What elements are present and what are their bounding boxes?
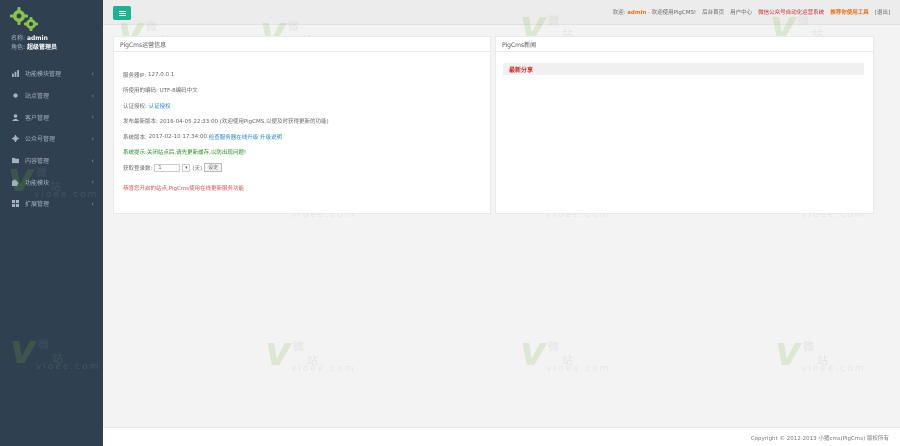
top-bar: 欢迎: admin · 欢迎使用PigCMS! 后台首页 用户中心 微信公众号自…	[103, 0, 900, 25]
sidebar-item-customers[interactable]: 客户管理 ‹	[0, 106, 103, 128]
logout-link[interactable]: [退出]	[875, 8, 890, 16]
user-role-label: 角色:	[11, 44, 26, 51]
watermark: v微站vioee.com	[520, 329, 611, 375]
chevron-left-icon: ‹	[91, 178, 94, 187]
chevron-left-icon: ‹	[91, 134, 94, 143]
chevron-left-icon: ‹	[91, 69, 94, 78]
user-info: 名称: admin 角色: 超级管理员	[11, 34, 57, 52]
info-row-auth: 认证授权: 认证授权	[123, 102, 171, 110]
system-notice: 系统提示:关闭站点后,请先更新缓存,以防出现问题!	[123, 150, 247, 157]
folder-icon	[11, 157, 19, 164]
logo-gear-icon	[10, 7, 38, 31]
limit-input[interactable]: 1	[154, 163, 181, 172]
sidebar-nav: 功能模块管理 ‹ 站点管理 ‹ 客户管理 ‹ 公众号管理 ‹ 内容管理 ‹ 功能…	[0, 63, 103, 215]
chevron-down-icon[interactable]: ▾	[182, 163, 191, 172]
panel-title: PigCms运营信息	[114, 37, 490, 52]
menu-toggle-button[interactable]	[113, 6, 131, 20]
link-tools[interactable]: 推荐你使用工具	[830, 8, 869, 16]
hamburger-icon	[118, 12, 126, 14]
chevron-left-icon: ‹	[91, 156, 94, 165]
set-button[interactable]: 设定	[204, 163, 223, 173]
info-row-release: 发布最新版本: 2016-04-05 22:33:00 (欢迎使用PigCMS,…	[123, 119, 329, 126]
user-icon	[11, 113, 19, 121]
sidebar-item-sites[interactable]: 站点管理 ‹	[0, 85, 103, 107]
sidebar-item-label: 站点管理	[25, 93, 50, 101]
panel-title: PigCms新闻	[496, 37, 873, 52]
upgrade-notes-link[interactable]: 升级说明	[260, 133, 282, 141]
operation-info-panel: PigCms运营信息 服务器IP: 127.0.0.1 所使用的编码: UTF-…	[113, 36, 491, 214]
online-upgrade-link[interactable]: 检查服务器在线升级	[209, 133, 259, 141]
chevron-left-icon: ‹	[91, 91, 94, 100]
welcome-text: 欢迎: admin · 欢迎使用PigCMS!	[612, 10, 697, 16]
top-links: 欢迎: admin · 欢迎使用PigCMS! 后台首页 用户中心 微信公众号自…	[613, 8, 890, 16]
sidebar: 名称: admin 角色: 超级管理员 功能模块管理 ‹ 站点管理 ‹ 客户管理…	[0, 0, 103, 446]
info-row-ip: 服务器IP: 127.0.0.1	[123, 71, 175, 79]
chevron-left-icon: ‹	[91, 113, 94, 122]
dot-icon	[11, 92, 19, 99]
welcome-user: admin	[627, 10, 647, 16]
grid-icon	[11, 200, 19, 208]
link-user-center[interactable]: 用户中心	[730, 8, 752, 16]
chevron-left-icon: ‹	[91, 199, 94, 208]
sidebar-item-functions[interactable]: 功能模块 ‹	[0, 171, 103, 193]
sidebar-item-modules[interactable]: 功能模块管理 ‹	[0, 63, 103, 85]
info-row-encoding: 所使用的编码: UTF-8编码中文	[123, 88, 198, 95]
info-row-limit: 获取登录数: 1 ▾ (天) 设定	[123, 160, 490, 176]
footer: Copyright © 2012-2013 小猪cms(PigCms) 版权所有	[103, 427, 900, 446]
user-role: 超级管理员	[26, 44, 57, 51]
sidebar-item-label: 客户管理	[25, 114, 50, 122]
latest-share-tab[interactable]: 最新分享	[503, 63, 864, 75]
user-name: admin	[26, 35, 48, 42]
info-list: 服务器IP: 127.0.0.1 所使用的编码: UTF-8编码中文 认证授权:…	[114, 52, 490, 196]
link-wechat-system[interactable]: 微信公众号自动化运营系统	[758, 8, 824, 16]
auth-link[interactable]: 认证授权	[149, 102, 171, 110]
bar-chart-icon	[11, 70, 19, 78]
sidebar-item-content[interactable]: 内容管理 ‹	[0, 150, 103, 172]
copyright-text: Copyright © 2012-2013 小猪cms(PigCms) 版权所有	[750, 436, 889, 442]
sidebar-item-label: 扩展管理	[25, 201, 50, 209]
news-panel: PigCms新闻 最新分享	[495, 36, 874, 214]
gear-icon	[11, 135, 19, 143]
info-row-system: 系统版本: 2017-02-10 17:34:00 检查服务器在线升级 升级说明	[123, 133, 283, 141]
sidebar-item-accounts[interactable]: 公众号管理 ‹	[0, 128, 103, 150]
user-name-label: 名称:	[11, 35, 26, 42]
sidebar-item-label: 公众号管理	[25, 136, 56, 144]
puzzle-icon	[11, 179, 19, 186]
update-notice: 恭喜您开启的站点,PigCms使用在线更新服务功能	[123, 186, 245, 193]
link-home[interactable]: 后台首页	[702, 8, 724, 16]
watermark: v微站vioee.com	[265, 329, 356, 375]
sidebar-item-label: 功能模块管理	[25, 71, 62, 79]
sidebar-item-label: 内容管理	[25, 158, 50, 166]
sidebar-item-label: 功能模块	[25, 179, 50, 187]
sidebar-item-extensions[interactable]: 扩展管理 ‹	[0, 193, 103, 215]
watermark: v微站vioee.com	[775, 329, 866, 375]
